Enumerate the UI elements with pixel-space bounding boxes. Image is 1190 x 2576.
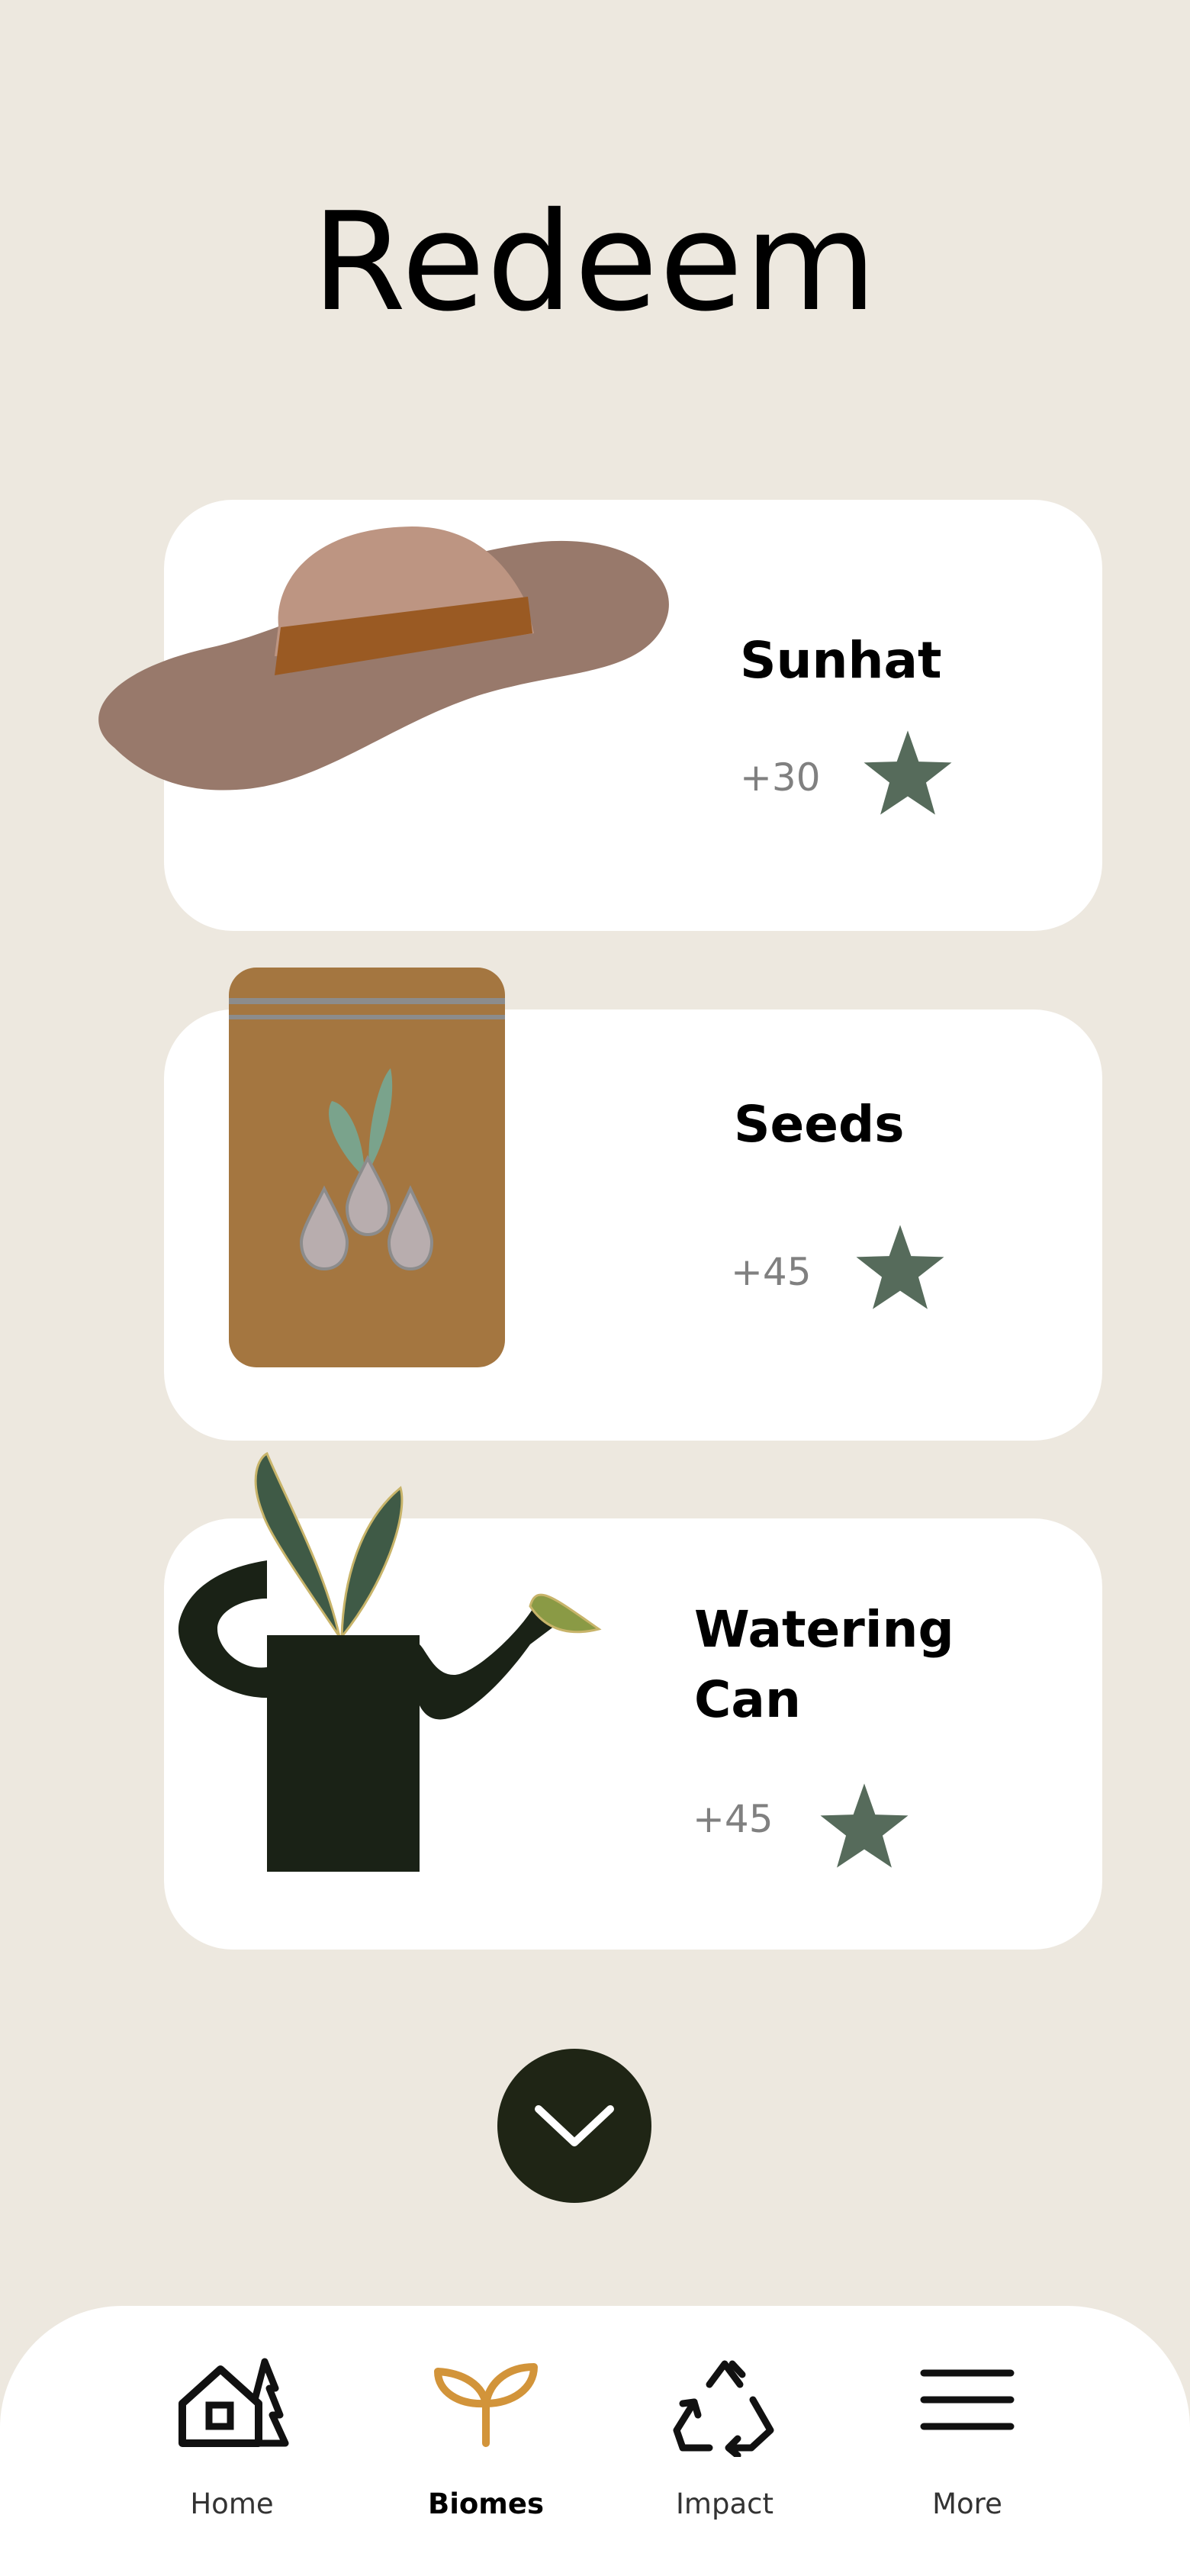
sprout-icon [434, 2363, 538, 2447]
star-icon [856, 1225, 944, 1309]
chevron-down-icon [535, 2105, 614, 2146]
nav-tab-more[interactable]: More [876, 2306, 1059, 2535]
nav-label: Home [190, 2487, 274, 2520]
item-points: +45 [693, 1797, 774, 1841]
recycle-icon [673, 2360, 774, 2457]
nav-tab-impact[interactable]: Impact [633, 2306, 816, 2535]
watering-can-illustration [178, 1451, 602, 1872]
nav-label: More [932, 2487, 1002, 2520]
item-name-line2: Can [694, 1670, 801, 1729]
nav-label: Impact [676, 2487, 774, 2520]
star-icon [820, 1783, 909, 1868]
seed-packet-illustration [229, 968, 505, 1367]
scroll-down-button[interactable] [497, 2049, 651, 2203]
sunhat-illustration [98, 526, 669, 791]
item-points: +45 [731, 1250, 812, 1294]
menu-icon [920, 2369, 1015, 2430]
home-icon [178, 2358, 289, 2447]
item-name: Sunhat [740, 631, 942, 690]
star-icon [864, 730, 952, 815]
item-name-line1: Watering [694, 1600, 954, 1659]
item-points: +30 [740, 755, 821, 800]
nav-tab-home[interactable]: Home [140, 2306, 323, 2535]
item-name: Watering Can [694, 1595, 954, 1735]
nav-tab-biomes[interactable]: Biomes [394, 2306, 577, 2535]
item-name: Seeds [734, 1095, 905, 1154]
bottom-nav-bar: Home Biomes Impact More [0, 2306, 1190, 2576]
page-title: Redeem [311, 183, 879, 341]
nav-label: Biomes [428, 2487, 544, 2520]
